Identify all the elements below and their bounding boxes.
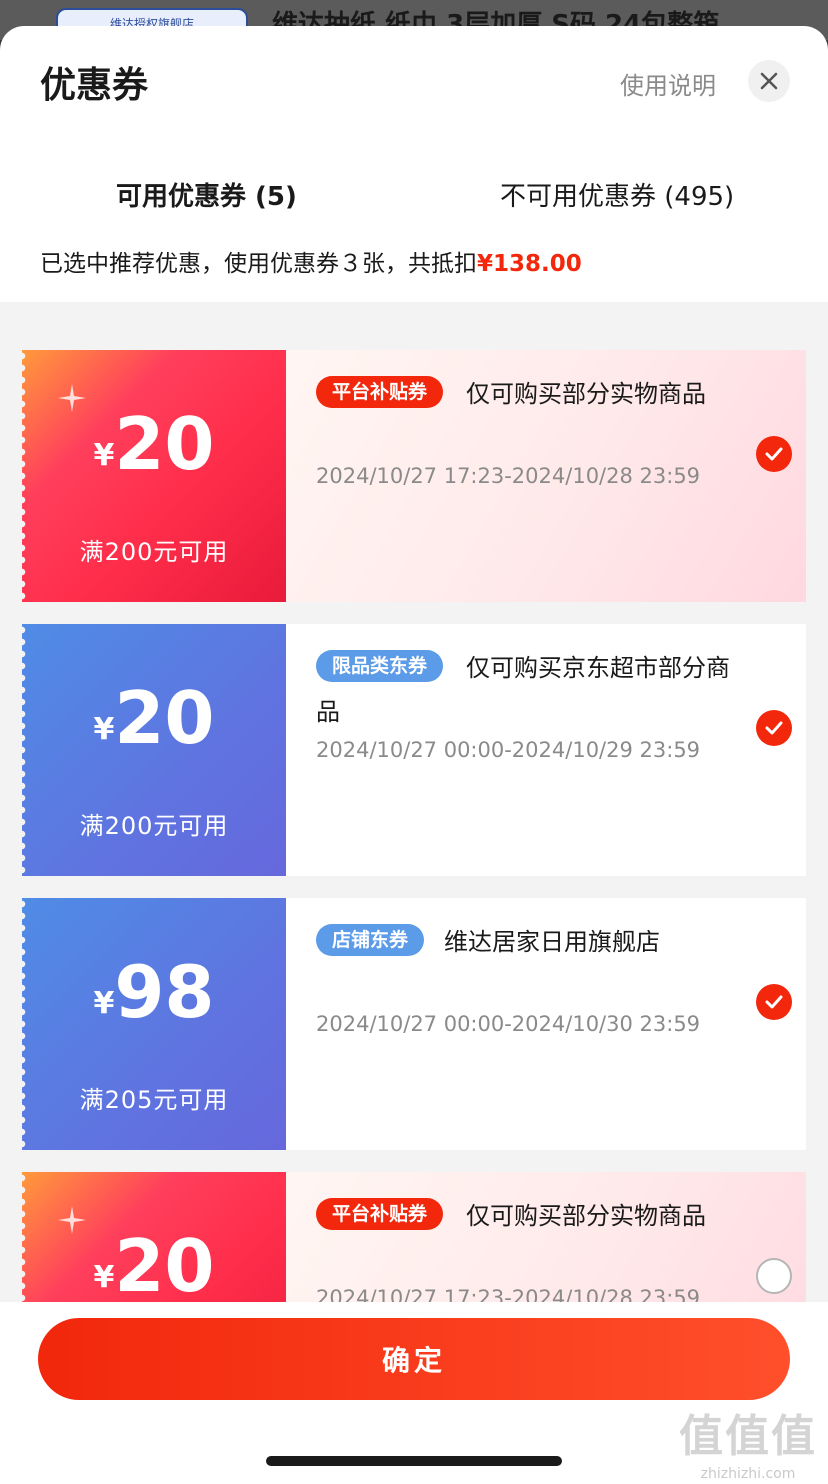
currency-symbol: ¥ bbox=[93, 712, 115, 747]
coupon-validity: 2024/10/27 00:00-2024/10/30 23:59 bbox=[316, 1012, 701, 1036]
coupon-card[interactable]: ¥98 满205元可用 店铺东券 维达居家日用旗舰店 2024/10/27 00… bbox=[22, 898, 806, 1150]
coupon-value-panel: ¥20 bbox=[22, 1172, 286, 1302]
summary-text: 已选中推荐优惠，使用优惠券３张，共抵扣 bbox=[40, 251, 477, 277]
currency-symbol: ¥ bbox=[93, 438, 115, 473]
checkmark-icon bbox=[765, 995, 783, 1009]
coupon-description: 仅可购买部分实物商品 bbox=[466, 1202, 706, 1230]
coupon-condition: 满205元可用 bbox=[79, 1086, 229, 1114]
coupon-value-panel: ¥98 满205元可用 bbox=[22, 898, 286, 1150]
coupon-info-panel: 限品类东券 仅可购买京东超市部分商品 2024/10/27 00:00-2024… bbox=[286, 624, 806, 876]
checkmark-icon bbox=[765, 447, 783, 461]
watermark-url: zhizhizhi.com bbox=[700, 1466, 796, 1482]
site-watermark: 值值值 zhizhizhi.com bbox=[676, 1400, 820, 1482]
coupon-amount: 20 bbox=[114, 1224, 215, 1302]
coupon-description: 维达居家日用旗舰店 bbox=[444, 928, 660, 956]
coupon-info-panel: 店铺东券 维达居家日用旗舰店 2024/10/27 00:00-2024/10/… bbox=[286, 898, 806, 1150]
coupon-select-checkbox[interactable] bbox=[756, 1258, 792, 1294]
coupon-value-panel: ¥20 满200元可用 bbox=[22, 624, 286, 876]
currency-symbol: ¥ bbox=[93, 1260, 115, 1295]
currency-symbol: ¥ bbox=[93, 986, 115, 1021]
coupon-type-tag: 店铺东券 bbox=[316, 924, 425, 956]
home-indicator bbox=[266, 1456, 562, 1466]
selection-summary: 已选中推荐优惠，使用优惠券３张，共抵扣¥138.00 bbox=[0, 218, 828, 302]
coupon-validity: 2024/10/27 00:00-2024/10/29 23:59 bbox=[316, 738, 701, 762]
coupon-card[interactable]: ¥20 满200元可用 平台补贴券 仅可购买部分实物商品 2024/10/27 … bbox=[22, 350, 806, 602]
tab-unavailable[interactable]: 不可用优惠券 (495) bbox=[500, 176, 734, 213]
coupon-select-checkbox[interactable] bbox=[756, 710, 792, 746]
sheet-title: 优惠券 bbox=[40, 65, 149, 106]
coupon-validity: 2024/10/27 17:23-2024/10/28 23:59 bbox=[316, 1286, 701, 1302]
coupon-condition: 满200元可用 bbox=[79, 538, 229, 566]
coupon-info-panel: 平台补贴券 仅可购买部分实物商品 2024/10/27 17:23-2024/1… bbox=[286, 1172, 806, 1302]
coupon-select-checkbox[interactable] bbox=[756, 984, 792, 1020]
coupon-value-panel: ¥20 满200元可用 bbox=[22, 350, 286, 602]
coupon-card[interactable]: ¥20 平台补贴券 仅可购买部分实物商品 2024/10/27 17:23-20… bbox=[22, 1172, 806, 1302]
coupon-description: 仅可购买部分实物商品 bbox=[466, 380, 706, 408]
coupon-list[interactable]: ¥20 满200元可用 平台补贴券 仅可购买部分实物商品 2024/10/27 … bbox=[0, 302, 828, 1302]
coupon-type-tag: 平台补贴券 bbox=[316, 376, 444, 408]
coupon-select-checkbox[interactable] bbox=[756, 436, 792, 472]
coupon-type-tag: 平台补贴券 bbox=[316, 1198, 444, 1230]
checkmark-icon bbox=[765, 721, 783, 735]
close-icon bbox=[760, 72, 778, 90]
coupon-amount: 98 bbox=[114, 950, 215, 1034]
coupon-amount: 20 bbox=[114, 402, 215, 486]
summary-amount: ¥138.00 bbox=[477, 251, 582, 277]
watermark-logo: 值值值 bbox=[679, 1411, 817, 1462]
coupon-amount: 20 bbox=[114, 676, 215, 760]
tab-available[interactable]: 可用优惠券 (5) bbox=[116, 176, 297, 213]
confirm-button[interactable]: 确定 bbox=[38, 1318, 790, 1400]
usage-instructions-link[interactable]: 使用说明 bbox=[620, 66, 716, 101]
coupon-validity: 2024/10/27 17:23-2024/10/28 23:59 bbox=[316, 464, 701, 488]
close-button[interactable] bbox=[748, 60, 790, 102]
coupon-info-panel: 平台补贴券 仅可购买部分实物商品 2024/10/27 17:23-2024/1… bbox=[286, 350, 806, 602]
coupon-description: 仅可购买京东超市部分商品 bbox=[316, 654, 730, 726]
coupon-card[interactable]: ¥20 满200元可用 限品类东券 仅可购买京东超市部分商品 2024/10/2… bbox=[22, 624, 806, 876]
coupon-condition: 满200元可用 bbox=[79, 812, 229, 840]
